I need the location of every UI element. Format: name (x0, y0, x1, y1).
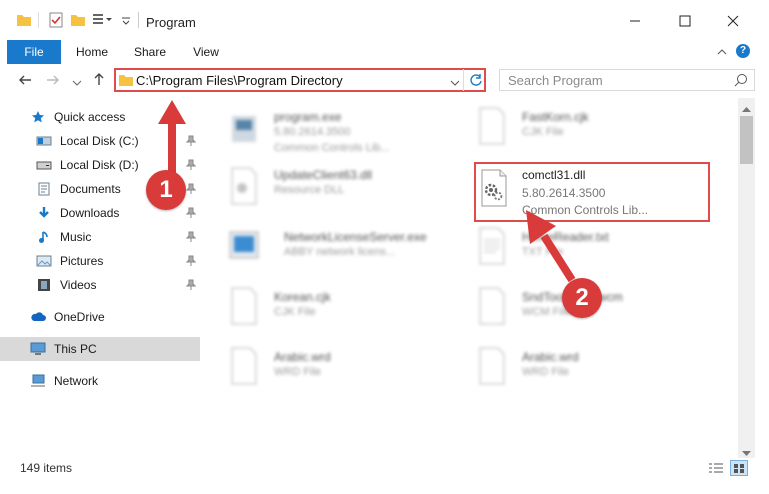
step-2-badge: 2 (562, 278, 602, 318)
annotation-arrows (158, 100, 576, 283)
step-1-badge: 1 (146, 170, 186, 210)
